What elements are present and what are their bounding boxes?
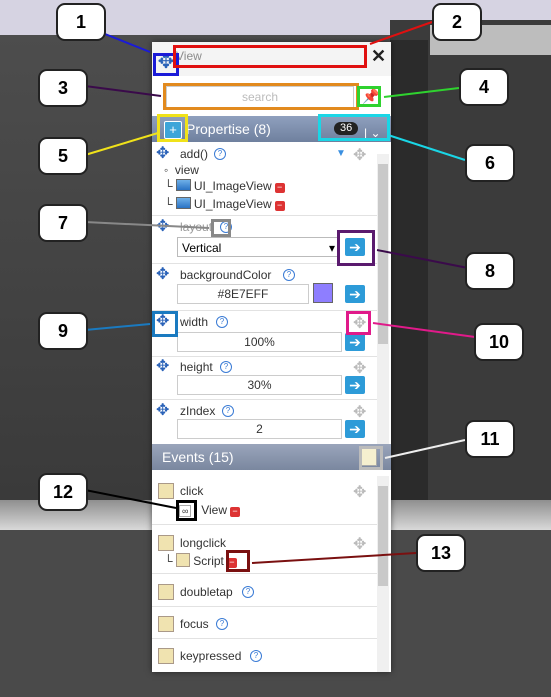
callout-7: 7 [38,204,88,242]
callout-11: 11 [465,420,515,458]
callout-2: 2 [432,3,482,41]
callout-6: 6 [465,144,515,182]
callout-4: 4 [459,68,509,106]
callout-10: 10 [474,323,524,361]
callout-13: 13 [416,534,466,572]
callout-3: 3 [38,69,88,107]
callout-1: 1 [56,3,106,41]
callout-5: 5 [38,137,88,175]
callout-12: 12 [38,473,88,511]
callout-9: 9 [38,312,88,350]
callout-8: 8 [465,252,515,290]
